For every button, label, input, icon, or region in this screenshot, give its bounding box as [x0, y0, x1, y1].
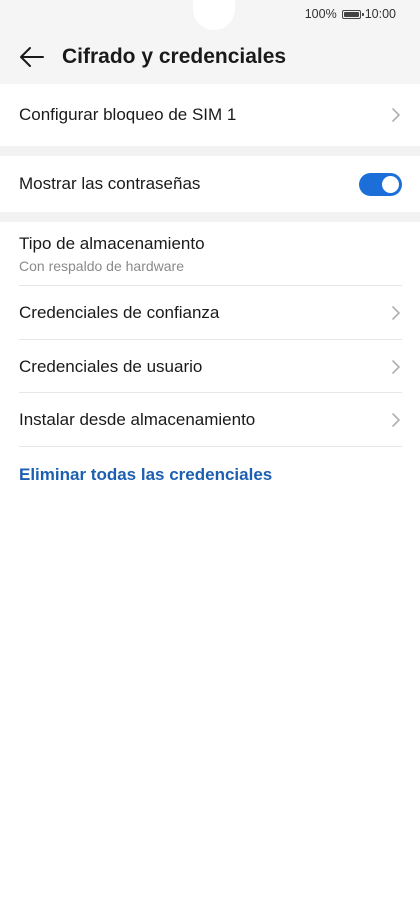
status-bar: 100% 10:00: [0, 0, 420, 30]
user-credentials-label: Credenciales de usuario: [19, 356, 203, 376]
user-credentials-row[interactable]: Credenciales de usuario: [0, 340, 420, 393]
section-gap: [0, 146, 420, 156]
chevron-right-icon: [392, 413, 400, 427]
divider: [19, 446, 402, 447]
password-section: Mostrar las contraseñas: [0, 156, 420, 212]
status-indicators: 100% 10:00: [305, 7, 396, 21]
sim-section: Configurar bloqueo de SIM 1: [0, 84, 420, 146]
back-button[interactable]: [16, 41, 48, 73]
chevron-right-icon: [392, 108, 400, 122]
battery-percent: 100%: [304, 7, 337, 21]
storage-type-value: Con respaldo de hardware: [19, 258, 184, 274]
chevron-right-icon: [392, 359, 400, 374]
credentials-section: Tipo de almacenamiento Con respaldo de h…: [0, 222, 420, 503]
show-passwords-toggle[interactable]: [359, 172, 402, 196]
install-from-storage-row[interactable]: Instalar desde almacenamiento: [0, 393, 420, 447]
sim-lock-row[interactable]: Configurar bloqueo de SIM 1: [0, 84, 420, 146]
app-header: Cifrado y credenciales: [0, 30, 420, 84]
install-from-storage-label: Instalar desde almacenamiento: [19, 410, 256, 429]
arrow-left-icon: [20, 47, 44, 67]
battery-icon: [341, 9, 364, 19]
sim-lock-label: Configurar bloqueo de SIM 1: [19, 105, 237, 124]
chevron-right-icon: [392, 306, 400, 320]
trusted-credentials-row[interactable]: Credenciales de confianza: [0, 286, 420, 340]
clear-credentials-link[interactable]: Eliminar todas las credenciales: [19, 465, 272, 485]
screen: 100% 10:00 Cifrado y credenciales Config…: [0, 0, 420, 910]
camera-notch: [193, 0, 235, 30]
toggle-knob: [382, 175, 399, 193]
page-title: Cifrado y credenciales: [62, 45, 287, 68]
trusted-credentials-label: Credenciales de confianza: [19, 303, 220, 322]
storage-type-row[interactable]: Tipo de almacenamiento Con respaldo de h…: [0, 222, 420, 286]
clock: 10:00: [364, 7, 396, 21]
show-passwords-label: Mostrar las contraseñas: [19, 174, 201, 193]
clear-credentials-row: Eliminar todas las credenciales: [0, 447, 420, 503]
show-passwords-row[interactable]: Mostrar las contraseñas: [0, 156, 420, 212]
storage-type-label: Tipo de almacenamiento: [19, 234, 205, 253]
section-gap: [0, 212, 420, 222]
